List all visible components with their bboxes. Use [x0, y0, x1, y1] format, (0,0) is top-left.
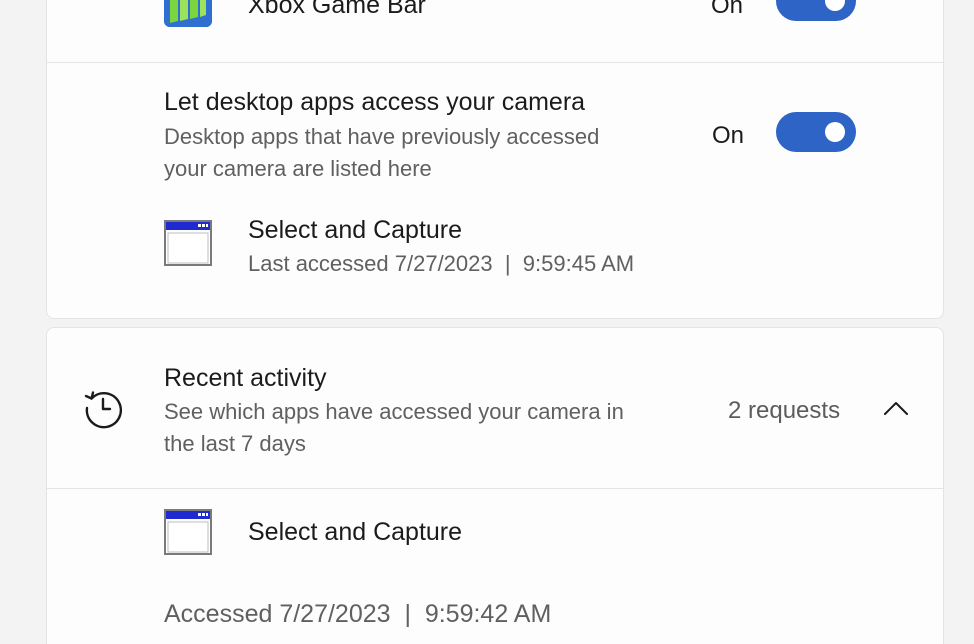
xbox-game-bar-toggle[interactable] [776, 0, 856, 21]
select-and-capture-last-accessed: Last accessed 7/27/2023 | 9:59:45 AM [248, 251, 635, 276]
row-divider [47, 62, 943, 63]
chevron-up-icon[interactable] [883, 400, 909, 416]
xbox-game-bar-state-label: On [711, 0, 744, 19]
recent-activity-card: Recent activity See which apps have acce… [46, 327, 944, 644]
xbox-game-bar-icon [164, 0, 212, 27]
desktop-apps-state-label: On [712, 122, 745, 149]
toggle-knob [825, 0, 845, 11]
recent-item-accessed-time: Accessed 7/27/2023 | 9:59:42 AM [164, 600, 552, 628]
desktop-apps-description-line1: Desktop apps that have previously access… [164, 124, 600, 149]
recent-item-app-name: Select and Capture [248, 518, 463, 546]
desktop-apps-toggle[interactable] [776, 112, 856, 152]
toggle-knob [825, 122, 845, 142]
history-icon [84, 391, 123, 429]
recent-activity-title: Recent activity [164, 364, 327, 392]
recent-activity-description-line1: See which apps have accessed your camera… [164, 399, 624, 424]
desktop-apps-title: Let desktop apps access your camera [164, 88, 586, 116]
recent-activity-description: See which apps have accessed your camera… [164, 396, 624, 460]
row-divider [47, 488, 943, 489]
window-app-icon [164, 509, 212, 555]
camera-apps-card: Xbox Game Bar On Let desktop apps access… [46, 0, 944, 319]
select-and-capture-name: Select and Capture [248, 216, 463, 244]
recent-activity-description-line2: the last 7 days [164, 431, 306, 456]
recent-activity-count: 2 requests [728, 397, 841, 424]
recent-activity-header[interactable]: Recent activity See which apps have acce… [47, 328, 943, 488]
desktop-apps-description-line2: your camera are listed here [164, 156, 432, 181]
window-app-icon [164, 220, 212, 266]
camera-privacy-settings: Xbox Game Bar On Let desktop apps access… [0, 0, 974, 644]
desktop-apps-description: Desktop apps that have previously access… [164, 121, 599, 185]
xbox-game-bar-title: Xbox Game Bar [248, 0, 426, 19]
